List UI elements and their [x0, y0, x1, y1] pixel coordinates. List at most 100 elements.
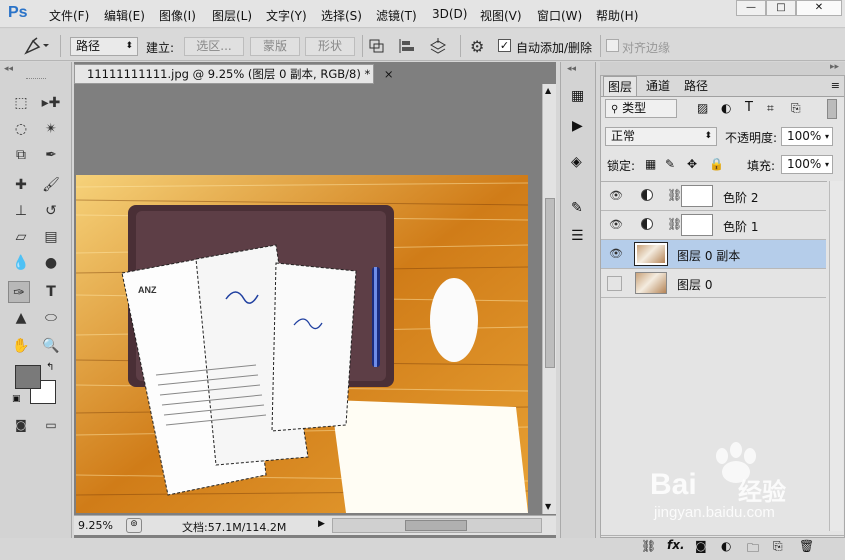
layer-row[interactable]: 👁 ⛓ 色阶 1: [601, 211, 826, 240]
vertical-scroll-thumb[interactable]: [545, 198, 555, 368]
maximize-button[interactable]: □: [766, 0, 796, 16]
swap-colors-icon[interactable]: ↰: [46, 362, 54, 373]
document-canvas[interactable]: ANZ: [76, 175, 528, 513]
collapse-icon[interactable]: ◂◂: [567, 64, 576, 74]
path-operations-icon[interactable]: [368, 38, 386, 54]
panel-menu-icon[interactable]: ≡: [831, 79, 840, 92]
tab-channels[interactable]: 通道: [641, 76, 675, 96]
move-tool-icon[interactable]: ▸✚: [40, 92, 62, 114]
blur-tool-icon[interactable]: 💧: [10, 252, 32, 274]
foreground-color-swatch[interactable]: [15, 365, 41, 389]
filter-toggle[interactable]: [827, 99, 837, 119]
visibility-eye-icon[interactable]: 👁: [609, 248, 623, 260]
pen-tool-preset-icon[interactable]: [20, 35, 50, 57]
3d-panel-icon[interactable]: ◈: [571, 154, 582, 170]
lock-pixels-icon[interactable]: ✎: [665, 157, 675, 171]
make-selection-button[interactable]: 选区...: [184, 37, 244, 56]
history-panel-icon[interactable]: ▦: [571, 88, 584, 104]
document-tab[interactable]: 11111111111.jpg @ 9.25% (图层 0 副本, RGB/8)…: [74, 64, 394, 84]
gradient-tool-icon[interactable]: ▤: [40, 226, 62, 248]
blend-mode-select[interactable]: 正常 ⬍: [605, 127, 717, 146]
expand-icon[interactable]: ▸▸: [830, 62, 839, 72]
screen-mode-icon[interactable]: ▭: [40, 414, 62, 436]
layer-filter-select[interactable]: ⚲ 类型: [605, 99, 677, 118]
link-layers-icon[interactable]: ⛓: [641, 539, 656, 553]
eraser-tool-icon[interactable]: ▱: [10, 226, 32, 248]
visibility-eye-icon[interactable]: 👁: [609, 190, 623, 202]
menu-layer[interactable]: 图层(L): [212, 7, 252, 24]
menu-select[interactable]: 选择(S): [321, 7, 362, 24]
status-arrow-icon[interactable]: ▶: [318, 519, 325, 529]
new-group-folder-icon[interactable]: 🗀: [747, 539, 759, 560]
tab-paths[interactable]: 路径: [679, 76, 713, 96]
filter-type-icon[interactable]: T: [745, 100, 753, 115]
layer-thumbnail[interactable]: [634, 242, 668, 266]
clone-stamp-tool-icon[interactable]: ⊥: [10, 200, 32, 222]
layer-thumbnail[interactable]: [635, 272, 667, 294]
fx-icon[interactable]: fx.: [667, 538, 685, 552]
pen-tool-icon[interactable]: ✑: [8, 281, 30, 303]
visibility-eye-icon[interactable]: 👁: [609, 219, 623, 231]
menu-view[interactable]: 视图(V): [480, 7, 522, 24]
zoom-level[interactable]: 9.25%: [78, 519, 113, 532]
menu-help[interactable]: 帮助(H): [596, 7, 638, 24]
path-selection-tool-icon[interactable]: ▲: [10, 307, 32, 329]
vertical-scrollbar[interactable]: ▲ ▼: [542, 84, 556, 514]
filter-smart-object-icon[interactable]: ⎘: [791, 101, 801, 116]
layer-name[interactable]: 图层 0: [677, 276, 712, 293]
menu-type[interactable]: 文字(Y): [266, 7, 307, 24]
trash-icon[interactable]: 🗑: [799, 539, 814, 553]
brush-panel-icon[interactable]: ✎: [571, 200, 583, 216]
align-edges-checkbox[interactable]: [606, 39, 619, 52]
scroll-up-icon[interactable]: ▲: [545, 86, 551, 95]
horizontal-scrollbar[interactable]: [332, 518, 542, 533]
panel-grip[interactable]: [26, 78, 46, 80]
default-colors-icon[interactable]: ▣: [12, 394, 21, 404]
menu-window[interactable]: 窗口(W): [537, 7, 582, 24]
path-mode-select[interactable]: 路径 ⬍: [70, 37, 138, 56]
layer-name[interactable]: 色阶 1: [723, 218, 758, 235]
fill-input[interactable]: 100% ▾: [781, 155, 833, 174]
lock-position-icon[interactable]: ✥: [687, 157, 697, 171]
quick-mask-icon[interactable]: ◙: [10, 414, 32, 436]
visibility-toggle[interactable]: [607, 276, 622, 291]
layer-name[interactable]: 色阶 2: [723, 189, 758, 206]
opacity-input[interactable]: 100% ▾: [781, 127, 833, 146]
path-alignment-icon[interactable]: [398, 38, 416, 54]
layer-mask-thumbnail[interactable]: [681, 185, 713, 207]
dodge-tool-icon[interactable]: ●: [40, 252, 62, 274]
layer-row[interactable]: 图层 0: [601, 269, 826, 298]
marquee-tool-icon[interactable]: ⬚: [10, 92, 32, 114]
chain-link-icon[interactable]: ⛓: [667, 188, 682, 202]
add-mask-icon[interactable]: ◙: [695, 539, 707, 553]
menu-file[interactable]: 文件(F): [49, 7, 89, 24]
close-document-icon[interactable]: ×: [384, 67, 394, 81]
path-arrangement-icon[interactable]: [428, 37, 448, 55]
healing-brush-tool-icon[interactable]: ✚: [10, 174, 32, 196]
layer-row[interactable]: 👁 图层 0 副本: [601, 240, 826, 269]
filter-pixel-icon[interactable]: ▨: [697, 101, 708, 115]
menu-filter[interactable]: 滤镜(T): [376, 7, 417, 24]
zoom-tool-icon[interactable]: 🔍: [40, 335, 62, 357]
make-shape-button[interactable]: 形状: [305, 37, 355, 56]
eyedropper-tool-icon[interactable]: ✒: [40, 144, 62, 166]
history-brush-tool-icon[interactable]: ↺: [40, 200, 62, 222]
menu-3d[interactable]: 3D(D): [432, 7, 467, 21]
hand-tool-icon[interactable]: ✋: [10, 335, 32, 357]
lasso-tool-icon[interactable]: ◌: [10, 118, 32, 140]
properties-panel-icon[interactable]: ☰: [571, 228, 584, 244]
filter-shape-icon[interactable]: ⌗: [767, 101, 774, 116]
filter-adjustment-icon[interactable]: ◐: [721, 101, 731, 115]
type-tool-icon[interactable]: T: [40, 281, 62, 303]
layer-row[interactable]: 👁 ⛓ 色阶 2: [601, 182, 826, 211]
new-adjustment-icon[interactable]: ◐: [721, 539, 731, 553]
layer-name[interactable]: 图层 0 副本: [677, 247, 740, 264]
menu-image[interactable]: 图像(I): [159, 7, 196, 24]
layer-mask-thumbnail[interactable]: [681, 214, 713, 236]
actions-panel-icon[interactable]: ▶: [572, 118, 583, 134]
status-menu-icon[interactable]: ⊚: [126, 518, 142, 533]
chain-link-icon[interactable]: ⛓: [667, 217, 682, 231]
horizontal-scroll-thumb[interactable]: [405, 520, 467, 531]
scroll-down-icon[interactable]: ▼: [545, 502, 551, 511]
lock-transparent-icon[interactable]: ▦: [645, 157, 656, 171]
